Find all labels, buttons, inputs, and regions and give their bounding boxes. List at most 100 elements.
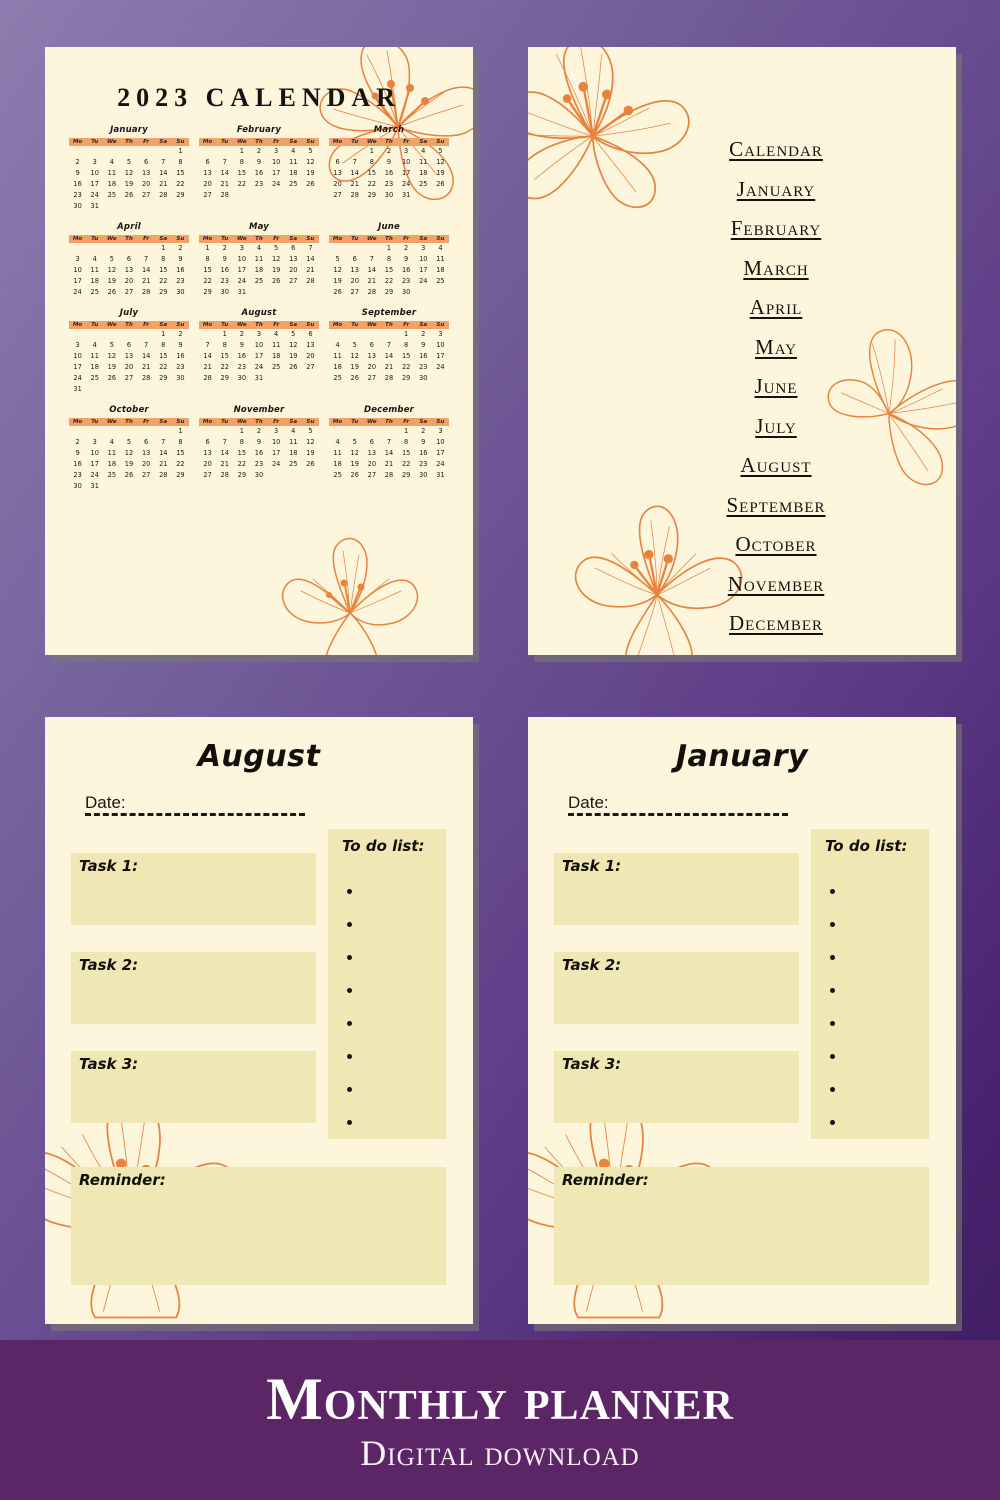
weekday-header: Th (250, 418, 268, 426)
day-cell (415, 190, 432, 201)
day-cell: 15 (237, 449, 247, 457)
todo-bullet[interactable] (347, 988, 352, 993)
planner-page-august[interactable]: August Date: Task 1: Task 2: Task 3: To do li… (45, 717, 473, 1324)
todo-bullet[interactable] (347, 1087, 352, 1092)
index-link-august[interactable]: August (636, 453, 916, 478)
day-cell: 19 (271, 266, 281, 274)
calendar-page[interactable]: 2023 CALENDAR January Mo Tu We Th Fr Sa Su 1 2 3 4 5… (45, 47, 473, 655)
day-cell: 18 (333, 363, 342, 371)
index-link-january[interactable]: January (636, 177, 916, 202)
week-row: 17 18 19 20 21 22 23 (69, 276, 189, 287)
day-cell: 29 (159, 288, 168, 296)
planner-page-january[interactable]: January Date: Task 1: Task 2: Task 3: To do l… (528, 717, 956, 1324)
day-cell: 17 (271, 449, 281, 457)
weekday-header: We (363, 138, 381, 146)
month-name: August (241, 308, 277, 318)
index-link-may[interactable]: May (636, 335, 916, 360)
day-cell: 25 (333, 374, 342, 382)
index-link-february[interactable]: February (636, 216, 916, 241)
day-cell: 19 (350, 460, 359, 468)
weekday-header: Tu (216, 138, 234, 146)
weekday-header: Mo (329, 235, 347, 243)
todo-bullet[interactable] (830, 1120, 835, 1125)
day-cell: 22 (159, 363, 168, 371)
day-cell (138, 329, 155, 340)
todo-bullet[interactable] (347, 922, 352, 927)
day-cell: 24 (271, 180, 281, 188)
todo-bullet[interactable] (347, 1021, 352, 1026)
todo-bullet[interactable] (830, 1021, 835, 1026)
index-link-september[interactable]: September (636, 493, 916, 518)
todo-bullet[interactable] (830, 1087, 835, 1092)
todo-bullet[interactable] (830, 988, 835, 993)
week-row: 22 23 24 25 26 27 28 (199, 276, 319, 287)
day-cell (199, 146, 216, 157)
day-cell: 12 (107, 352, 117, 360)
todo-bullet[interactable] (830, 922, 835, 927)
week-row: 3 4 5 6 7 8 9 (69, 254, 189, 265)
day-cell: 2 (178, 330, 183, 338)
todo-bullet[interactable] (830, 955, 835, 960)
todo-bullet[interactable] (347, 955, 352, 960)
day-cell (415, 287, 432, 298)
day-cell: 8 (369, 158, 374, 166)
month-block-april: April Mo Tu We Th Fr Sa Su 1 2 3 4 5 6 7 8 9 10 11 12 13 14 15… (69, 222, 189, 298)
day-cell: 5 (291, 330, 296, 338)
day-cell: 2 (404, 244, 409, 252)
day-cell: 12 (333, 266, 342, 274)
index-link-april[interactable]: April (636, 295, 916, 320)
day-cell: 28 (384, 374, 394, 382)
task-label-3: Task 3: (79, 1055, 139, 1073)
weekday-header: We (103, 138, 121, 146)
index-page[interactable]: Calendar January February March April May June… (528, 47, 956, 655)
index-link-december[interactable]: December (636, 611, 916, 636)
weekday-header: Su (171, 235, 189, 243)
index-link-july[interactable]: July (636, 414, 916, 439)
date-input-line[interactable] (85, 813, 305, 816)
index-link-march[interactable]: March (636, 256, 916, 281)
todo-bullet[interactable] (830, 1054, 835, 1059)
todo-bullet[interactable] (347, 1054, 352, 1059)
todo-bullet[interactable] (347, 889, 352, 894)
day-cell: 6 (144, 158, 149, 166)
day-cell: 18 (419, 169, 428, 177)
day-cell: 5 (109, 255, 114, 263)
day-cell (432, 373, 449, 384)
weekday-header: Mo (329, 418, 347, 426)
weekday-header: Mo (329, 321, 347, 329)
day-cell: 28 (159, 471, 168, 479)
todo-list-box[interactable] (328, 829, 446, 1139)
day-cell: 14 (384, 352, 394, 360)
weekday-header: Sa (414, 138, 432, 146)
weekday-header: Tu (346, 418, 364, 426)
todo-list-box[interactable] (811, 829, 929, 1139)
index-link-november[interactable]: November (636, 572, 916, 597)
day-cell: 14 (141, 266, 151, 274)
day-cell (155, 201, 172, 212)
index-link-calendar[interactable]: Calendar (636, 137, 916, 162)
day-cell: 5 (352, 438, 357, 446)
day-cell: 13 (124, 266, 134, 274)
index-link-june[interactable]: June (636, 374, 916, 399)
week-row: 1 2 3 (329, 329, 449, 340)
todo-bullet[interactable] (347, 1120, 352, 1125)
day-cell: 12 (350, 449, 359, 457)
day-cell (172, 201, 189, 212)
day-cell: 25 (289, 460, 298, 468)
weekday-header: Sa (284, 235, 302, 243)
day-cell: 23 (73, 191, 82, 199)
day-cell: 6 (144, 438, 149, 446)
date-label: Date: (568, 793, 609, 812)
weekday-header-row: Mo Tu We Th Fr Sa Su (69, 321, 189, 329)
day-cell: 26 (333, 288, 342, 296)
weekday-header: Mo (69, 138, 87, 146)
date-input-line[interactable] (568, 813, 788, 816)
todo-bullet[interactable] (830, 889, 835, 894)
week-row: 6 7 8 9 10 11 12 (329, 157, 449, 168)
index-link-october[interactable]: October (636, 532, 916, 557)
day-cell: 2 (75, 158, 80, 166)
day-cell (250, 287, 267, 298)
day-cell: 21 (220, 460, 229, 468)
day-cell: 3 (75, 341, 80, 349)
day-cell: 16 (254, 449, 264, 457)
